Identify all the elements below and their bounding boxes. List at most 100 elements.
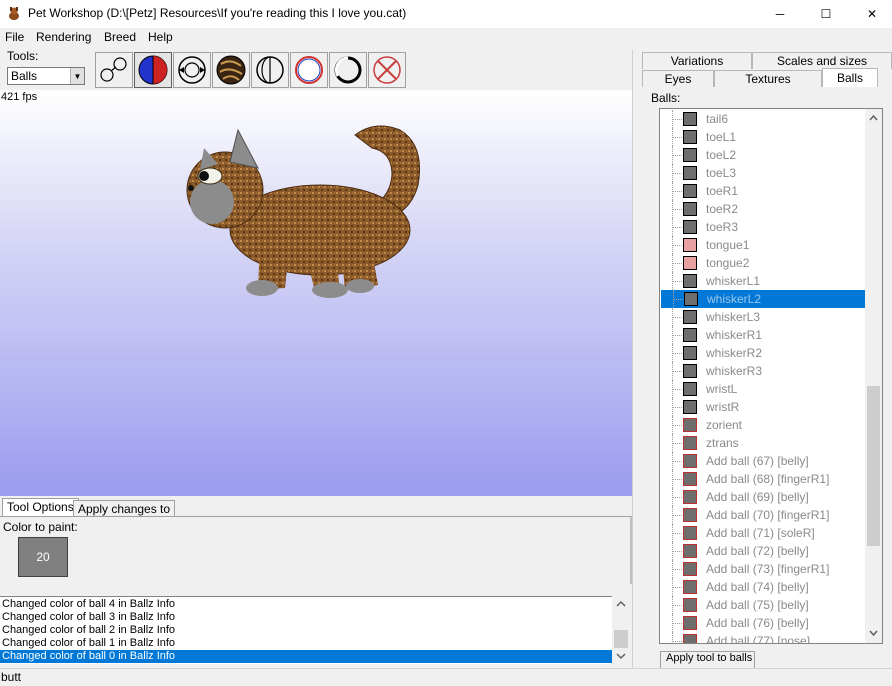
tree-line xyxy=(673,587,682,588)
ball-tree-item[interactable]: toeR3 xyxy=(660,218,866,236)
outline-color-tool-button[interactable] xyxy=(290,52,328,88)
minimize-button[interactable]: ─ xyxy=(757,0,803,28)
ball-tree-item[interactable]: tail6 xyxy=(660,110,866,128)
ball-tree-item[interactable]: zorient xyxy=(660,416,866,434)
ball-tree-item[interactable]: Add ball (75) [belly] xyxy=(660,596,866,614)
ball-tree-item[interactable]: whiskerR1 xyxy=(660,326,866,344)
tree-line xyxy=(673,155,682,156)
ball-name-label: Add ball (70) [fingerR1] xyxy=(706,508,830,522)
ball-tree-item[interactable]: whiskerR3 xyxy=(660,362,866,380)
tools-label: Tools: xyxy=(7,49,39,63)
ball-tree-item[interactable]: tongue1 xyxy=(660,236,866,254)
delete-tool-button[interactable] xyxy=(368,52,406,88)
pet-viewport[interactable] xyxy=(0,90,632,496)
tab-apply-changes-to[interactable]: Apply changes to xyxy=(73,500,176,517)
apply-tool-to-balls-button[interactable]: Apply tool to balls xyxy=(660,651,755,668)
ball-tree-item[interactable]: whiskerL3 xyxy=(660,308,866,326)
menu-file[interactable]: File xyxy=(5,30,24,44)
ball-name-label: Add ball (75) [belly] xyxy=(706,598,809,612)
ball-tree-item[interactable]: toeR1 xyxy=(660,182,866,200)
ball-tree-item[interactable]: Add ball (74) [belly] xyxy=(660,578,866,596)
ball-name-label: toeL2 xyxy=(706,148,737,162)
tree-line xyxy=(673,335,682,336)
minimize-icon: ─ xyxy=(775,7,785,21)
ball-tree-item[interactable]: wristR xyxy=(660,398,866,416)
ball-tree-item[interactable]: toeR2 xyxy=(660,200,866,218)
ball-color-swatch xyxy=(683,274,697,288)
ball-name-label: ztrans xyxy=(706,436,739,450)
tree-line xyxy=(673,497,682,498)
ball-tree-item[interactable]: Add ball (76) [belly] xyxy=(660,614,866,632)
menu-help[interactable]: Help xyxy=(148,30,173,44)
ball-tree-item[interactable]: Add ball (69) [belly] xyxy=(660,488,866,506)
ball-tree-item[interactable]: toeL3 xyxy=(660,164,866,182)
close-button[interactable]: ✕ xyxy=(849,0,892,28)
tab-scales-and-sizes[interactable]: Scales and sizes xyxy=(752,52,892,69)
ball-tree-item[interactable]: Add ball (71) [soleR] xyxy=(660,524,866,542)
rotate-tool-button[interactable] xyxy=(173,52,211,88)
log-list[interactable]: Changed color of ball 4 in Ballz Info Ch… xyxy=(0,596,630,664)
menu-breed[interactable]: Breed xyxy=(104,30,136,44)
ball-name-label: toeR1 xyxy=(706,184,739,198)
tool-select[interactable]: Balls ▼ xyxy=(7,67,85,85)
tree-line xyxy=(673,227,682,228)
ball-tree-item[interactable]: Add ball (77) [nose] xyxy=(660,632,866,643)
tree-line xyxy=(673,263,682,264)
ball-tree-item[interactable]: Add ball (72) [belly] xyxy=(660,542,866,560)
log-line[interactable]: Changed color of ball 1 in Ballz Info xyxy=(2,637,610,650)
ball-tree-item[interactable]: toeL1 xyxy=(660,128,866,146)
ball-color-swatch xyxy=(684,292,698,306)
balls-tree-scrollbar[interactable] xyxy=(865,109,882,643)
balls-tree[interactable]: tail6 toeL1 toeL2 toeL3 toeR1 toeR2 toeR3 tongu… xyxy=(659,108,883,644)
ball-color-swatch xyxy=(683,508,697,522)
tree-line xyxy=(673,191,682,192)
tab-tool-options[interactable]: Tool Options xyxy=(2,498,79,516)
ball-color-swatch xyxy=(683,310,697,324)
ball-tree-item[interactable]: tongue2 xyxy=(660,254,866,272)
ball-color-swatch xyxy=(683,634,697,643)
ball-color-swatch xyxy=(683,256,697,270)
fuzz-tool-button[interactable] xyxy=(329,52,367,88)
ball-tree-item[interactable]: Add ball (70) [fingerR1] xyxy=(660,506,866,524)
tree-line xyxy=(672,632,673,643)
ball-name-label: Add ball (72) [belly] xyxy=(706,544,809,558)
tab-balls[interactable]: Balls xyxy=(822,68,878,87)
ball-color-swatch xyxy=(683,544,697,558)
window-title: Pet Workshop (D:\[Petz] Resources\If you… xyxy=(28,6,407,20)
ball-tree-item[interactable]: wristL xyxy=(660,380,866,398)
ball-tree-item-selected[interactable]: whiskerL2 xyxy=(661,290,865,308)
fuzz-icon xyxy=(334,56,362,84)
panel-splitter[interactable] xyxy=(632,50,640,668)
texture-icon xyxy=(216,55,246,85)
log-line-selected[interactable]: Changed color of ball 0 in Ballz Info xyxy=(0,650,612,663)
log-line[interactable]: Changed color of ball 3 in Ballz Info xyxy=(2,611,610,624)
ball-tree-item[interactable]: Add ball (73) [fingerR1] xyxy=(660,560,866,578)
ball-tree-item[interactable]: Add ball (68) [fingerR1] xyxy=(660,470,866,488)
ball-tree-item[interactable]: toeL2 xyxy=(660,146,866,164)
move-ball-tool-button[interactable] xyxy=(95,52,133,88)
ball-color-swatch xyxy=(683,598,697,612)
tree-line xyxy=(673,119,682,120)
ball-name-label: whiskerL2 xyxy=(707,292,762,306)
tree-line xyxy=(673,281,682,282)
tab-textures[interactable]: Textures xyxy=(714,70,822,87)
scrollbar-thumb[interactable] xyxy=(867,386,880,546)
menu-rendering[interactable]: Rendering xyxy=(36,30,91,44)
maximize-button[interactable]: ☐ xyxy=(803,0,849,28)
log-scrollbar[interactable] xyxy=(612,596,630,664)
paint-color-tool-button[interactable] xyxy=(134,52,172,88)
ball-name-label: tail6 xyxy=(706,112,729,126)
log-line[interactable]: Changed color of ball 4 in Ballz Info xyxy=(2,598,610,611)
ball-tree-item[interactable]: Add ball (67) [belly] xyxy=(660,452,866,470)
ball-tree-item[interactable]: ztrans xyxy=(660,434,866,452)
tab-eyes[interactable]: Eyes xyxy=(642,70,714,87)
color-to-paint-swatch[interactable]: 20 xyxy=(18,537,68,577)
log-line[interactable]: Changed color of ball 2 in Ballz Info xyxy=(2,624,610,637)
ball-name-label: Add ball (73) [fingerR1] xyxy=(706,562,830,576)
tab-variations[interactable]: Variations xyxy=(642,52,752,69)
ball-tree-item[interactable]: whiskerR2 xyxy=(660,344,866,362)
ball-tree-item[interactable]: whiskerL1 xyxy=(660,272,866,290)
ball-color-swatch xyxy=(683,580,697,594)
texture-tool-button[interactable] xyxy=(212,52,250,88)
flip-tool-button[interactable] xyxy=(251,52,289,88)
